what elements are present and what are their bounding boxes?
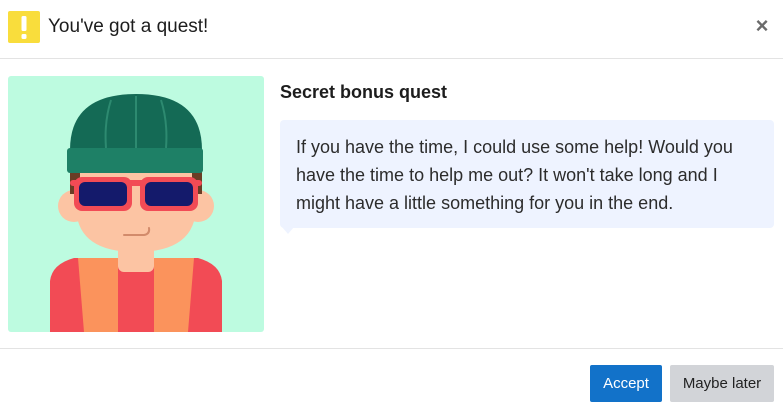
- character-avatar: [8, 76, 264, 332]
- close-icon[interactable]: ×: [751, 13, 773, 39]
- quest-message: If you have the time, I could use some h…: [296, 137, 733, 213]
- quest-title: Secret bonus quest: [280, 82, 448, 102]
- dialog-header: You've got a quest! ×: [0, 0, 783, 59]
- speech-bubble: If you have the time, I could use some h…: [280, 120, 774, 228]
- maybe-later-button[interactable]: Maybe later: [670, 365, 774, 402]
- quest-dialog: You've got a quest! × Secret bonus quest…: [0, 0, 783, 412]
- warning-icon: [8, 11, 40, 43]
- dialog-title: You've got a quest!: [48, 16, 209, 37]
- accept-button[interactable]: Accept: [590, 365, 662, 402]
- dialog-footer: Accept Maybe later: [0, 348, 783, 412]
- speech-bubble-tail: [282, 227, 294, 234]
